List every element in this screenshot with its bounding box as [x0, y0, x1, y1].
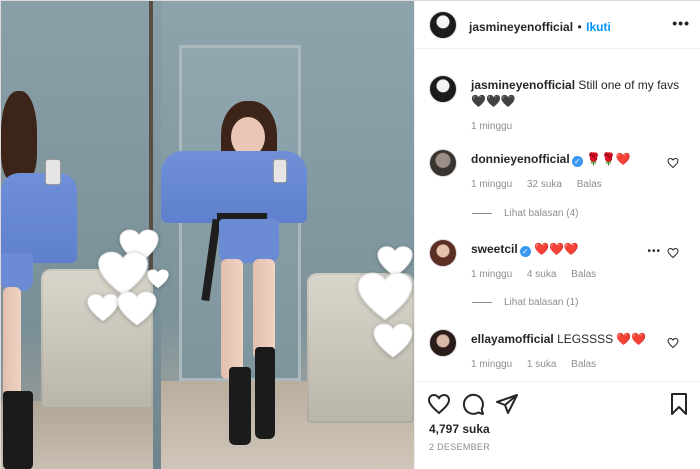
- comment-username[interactable]: sweetcil: [471, 242, 518, 256]
- reply-button[interactable]: Balas: [577, 179, 602, 190]
- verified-badge-icon: ✓: [571, 156, 583, 167]
- comment-meta: 1 minggu 32 suka Balas: [471, 179, 671, 190]
- comment-likes[interactable]: 32 suka: [527, 179, 562, 190]
- photo-person-reflection: [1, 91, 81, 469]
- caption: jasmineyenofficial Still one of my favs …: [471, 77, 691, 132]
- author-avatar[interactable]: [429, 11, 457, 39]
- comment-time: 1 minggu: [471, 359, 513, 370]
- reply-button[interactable]: Balas: [571, 269, 596, 280]
- caption-emojis: 🖤🖤🖤: [471, 94, 516, 108]
- comment-likes[interactable]: 1 suka: [527, 359, 556, 370]
- white-heart-sticker-icon: [117, 291, 157, 326]
- white-heart-sticker-icon: [373, 323, 413, 358]
- caption-text: Still one of my favs: [578, 78, 680, 92]
- verified-badge-icon: ✓: [519, 246, 531, 257]
- comment-meta: 1 minggu 4 suka Balas: [471, 269, 671, 280]
- view-replies-button[interactable]: Lihat balasan (4): [472, 208, 579, 219]
- comment-item: donnieyenofficial ✓ 🌹🌹❤️ 1 minggu 32 suka…: [471, 151, 671, 190]
- comment-like-heart-icon[interactable]: [667, 337, 679, 349]
- comment-more-options-icon[interactable]: •••: [647, 246, 661, 257]
- comment-time: 1 minggu: [471, 179, 513, 190]
- heart-outline-icon[interactable]: [427, 392, 451, 416]
- post-header: jasmineyenofficial • Ikuti •••: [415, 1, 700, 49]
- comment-avatar[interactable]: [429, 329, 457, 357]
- comment-meta: 1 minggu 1 suka Balas: [471, 359, 671, 370]
- white-heart-sticker-icon: [87, 293, 119, 322]
- comment-text: LEGSSSS ❤️❤️: [557, 332, 647, 346]
- follow-button[interactable]: Ikuti: [586, 20, 611, 34]
- post-date: 2 DESEMBER: [429, 442, 491, 452]
- comment-likes[interactable]: 4 suka: [527, 269, 556, 280]
- author-username[interactable]: jasmineyenofficial: [469, 20, 573, 34]
- author-line: jasmineyenofficial • Ikuti: [469, 18, 611, 36]
- comment-like-heart-icon[interactable]: [667, 157, 679, 169]
- comment-username[interactable]: donnieyenofficial: [471, 152, 570, 166]
- comment-time: 1 minggu: [471, 269, 513, 280]
- comment-text: ❤️❤️❤️: [534, 242, 579, 256]
- paper-plane-icon[interactable]: [495, 392, 519, 416]
- comment-avatar[interactable]: [429, 149, 457, 177]
- caption-avatar[interactable]: [429, 75, 457, 103]
- comment-item: sweetcil ✓ ❤️❤️❤️ 1 minggu 4 suka Balas: [471, 241, 671, 280]
- caption-username[interactable]: jasmineyenofficial: [471, 78, 575, 92]
- comment-bubble-icon[interactable]: [461, 392, 485, 416]
- post-action-bar: 4,797 suka 2 DESEMBER: [415, 381, 700, 469]
- white-heart-sticker-icon: [357, 272, 413, 321]
- photo-person: [161, 101, 311, 469]
- bookmark-icon[interactable]: [667, 392, 691, 416]
- header-separator: •: [577, 20, 582, 34]
- white-heart-sticker-icon: [147, 269, 169, 289]
- reply-button[interactable]: Balas: [571, 359, 596, 370]
- post-photo[interactable]: [1, 1, 414, 469]
- post-side-panel: jasmineyenofficial • Ikuti ••• jasmineye…: [414, 1, 700, 469]
- comment-text: 🌹🌹❤️: [586, 152, 631, 166]
- more-options-icon[interactable]: •••: [672, 15, 690, 31]
- comment-username[interactable]: ellayamofficial: [471, 332, 554, 346]
- likes-count[interactable]: 4,797 suka: [429, 422, 490, 436]
- view-replies-button[interactable]: Lihat balasan (1): [472, 297, 579, 308]
- caption-time: 1 minggu: [471, 121, 513, 132]
- comment-item: ellayamofficial LEGSSSS ❤️❤️ 1 minggu 1 …: [471, 331, 671, 370]
- comment-like-heart-icon[interactable]: [667, 247, 679, 259]
- comment-avatar[interactable]: [429, 239, 457, 267]
- instagram-post: jasmineyenofficial • Ikuti ••• jasmineye…: [0, 0, 700, 469]
